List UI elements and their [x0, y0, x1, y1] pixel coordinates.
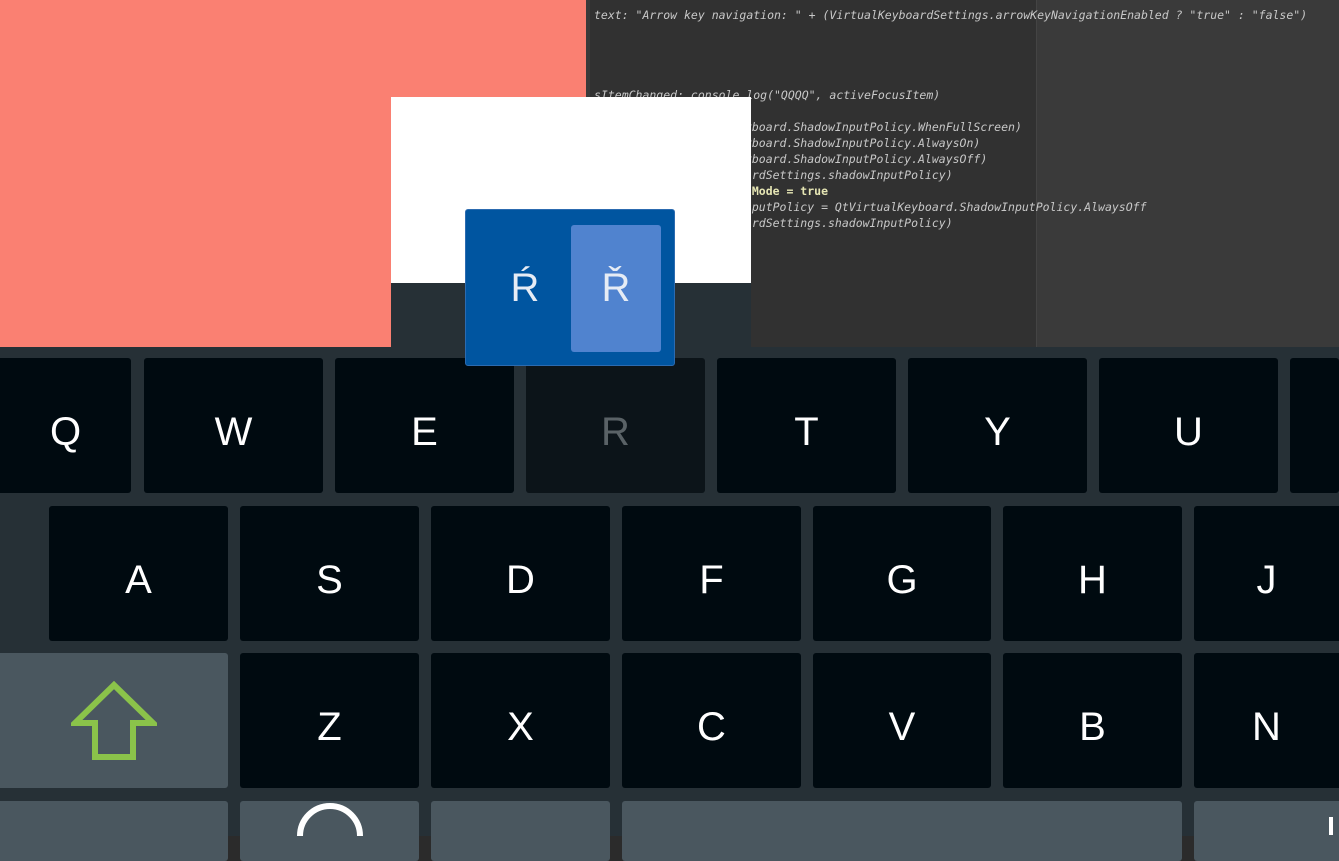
key-g[interactable]: G	[813, 506, 991, 641]
key-d[interactable]: D	[431, 506, 610, 641]
alternate-key-r-acute[interactable]: Ŕ	[480, 225, 570, 352]
symbol-mode-key[interactable]	[0, 801, 228, 861]
code-line: eyboard.ShadowInputPolicy.WhenFullScreen…	[738, 120, 1022, 134]
key-a[interactable]: A	[49, 506, 228, 641]
key-j[interactable]: J	[1194, 506, 1339, 641]
code-line: text: "Arrow key navigation: " + (Virtua…	[594, 8, 1308, 22]
key-t[interactable]: T	[717, 358, 896, 493]
key-z[interactable]: Z	[240, 653, 419, 788]
key-q[interactable]: Q	[0, 358, 131, 493]
code-line: enMode = true	[738, 184, 829, 198]
editor-side-pane	[1036, 0, 1339, 347]
key-c[interactable]: C	[622, 653, 801, 788]
code-line: eyboard.ShadowInputPolicy.AlwaysOff)	[738, 152, 988, 166]
code-line: eyboard.ShadowInputPolicy.AlwaysOn)	[738, 136, 981, 150]
key-y[interactable]: Y	[908, 358, 1087, 493]
key-e[interactable]: E	[335, 358, 514, 493]
globe-icon	[297, 803, 363, 836]
key-s[interactable]: S	[240, 506, 419, 641]
comma-key[interactable]	[431, 801, 610, 861]
code-line: InputPolicy = QtVirtualKeyboard.ShadowIn…	[738, 200, 1147, 214]
key-r-pressed[interactable]: R	[526, 358, 705, 493]
key-v[interactable]: V	[813, 653, 991, 788]
virtual-keyboard: Q W E R T Y U A S D F G H J Z X C V B N	[0, 347, 1339, 861]
key-i-partial[interactable]	[1290, 358, 1339, 493]
alternate-characters-popup: Ŕ Ř	[465, 209, 675, 366]
alternate-key-r-caron-selected[interactable]: Ř	[571, 225, 661, 352]
shift-key[interactable]	[0, 653, 228, 788]
key-w[interactable]: W	[144, 358, 323, 493]
period-glyph	[1329, 817, 1333, 835]
key-x[interactable]: X	[431, 653, 610, 788]
space-key[interactable]	[622, 801, 1182, 861]
key-n[interactable]: N	[1194, 653, 1339, 788]
shift-arrow-icon	[71, 680, 157, 760]
code-line: oardSettings.shadowInputPolicy)	[738, 216, 953, 230]
period-key[interactable]	[1194, 801, 1339, 861]
key-b[interactable]: B	[1003, 653, 1182, 788]
code-line: oardSettings.shadowInputPolicy)	[738, 168, 953, 182]
key-h[interactable]: H	[1003, 506, 1182, 641]
language-key[interactable]	[240, 801, 419, 861]
key-u[interactable]: U	[1099, 358, 1278, 493]
key-f[interactable]: F	[622, 506, 801, 641]
